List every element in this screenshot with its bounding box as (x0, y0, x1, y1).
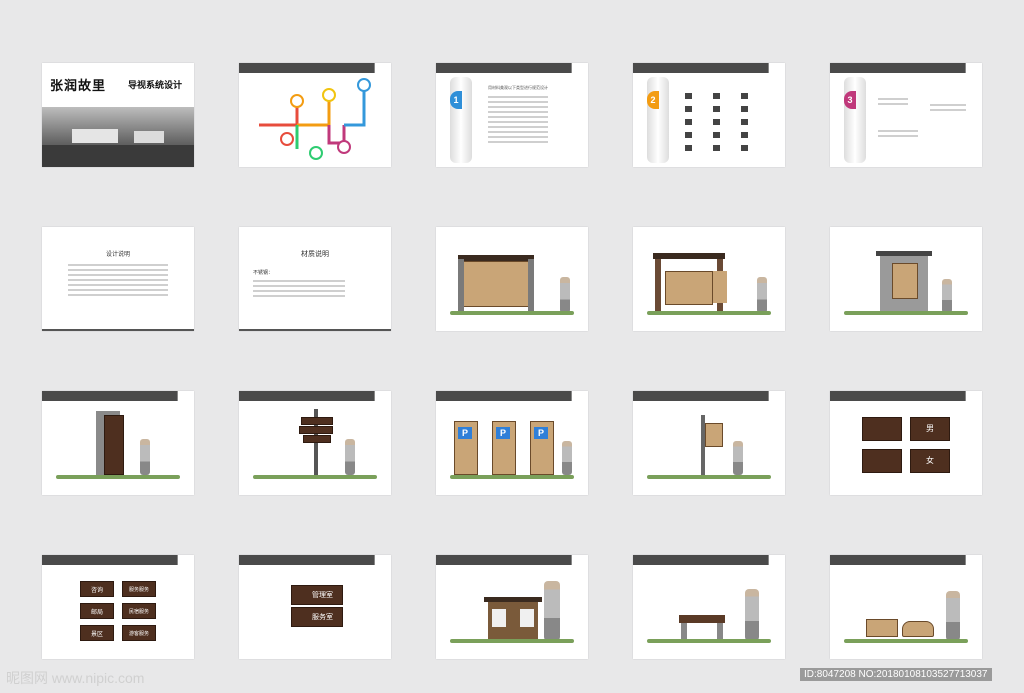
slide-map-board[interactable] (436, 227, 588, 331)
parking-icon: P (458, 427, 472, 439)
toilet-sign-women: 女 (910, 449, 950, 473)
slide-vertical-sign[interactable] (42, 391, 194, 495)
material-sub: 不锈钢： (253, 270, 274, 276)
wood-sign-3: 邮局 (80, 603, 114, 619)
wood-sign-6: 游客服务 (122, 625, 156, 641)
slide-section-1[interactable]: 1 用材料美观以下类型进行规范设计 (436, 63, 588, 167)
room-sign-bottom: 服务室 (291, 607, 343, 627)
parking-icon: P (496, 427, 510, 439)
wood-sign-1: 咨询 (80, 581, 114, 597)
slide-timeline[interactable] (239, 63, 391, 167)
slide-material-notes[interactable]: 材质说明 不锈钢： (239, 227, 391, 331)
room-sign-top: 管理室 (291, 585, 343, 605)
slide-section-2[interactable]: 2 (633, 63, 785, 167)
scroll-graphic (450, 77, 472, 163)
slide-ground-signs[interactable] (830, 555, 982, 659)
cover-title-sub: 导视系统设计 (128, 80, 183, 90)
cover-photo (42, 107, 194, 167)
toilet-sign-accessible (862, 449, 902, 473)
section-number-3: 3 (844, 91, 856, 109)
slide-cover[interactable]: 张润故里 导视系统设计 (42, 63, 194, 167)
slide-bench[interactable] (633, 555, 785, 659)
toilet-sign-men: 男 (910, 417, 950, 441)
slide-toilet-signs[interactable]: 男 女 (830, 391, 982, 495)
section-number-2: 2 (647, 91, 659, 109)
slide-wood-signs[interactable]: 咨询 服务服务 邮局 民宿服务 景区 游客服务 (42, 555, 194, 659)
slide-section-3[interactable]: 3 (830, 63, 982, 167)
slide-hanging-sign[interactable] (633, 391, 785, 495)
watermark-left: 昵图网 www.nipic.com (6, 670, 145, 686)
toilet-sign-1 (862, 417, 902, 441)
cover-title-main: 张润故里 (50, 79, 107, 94)
slide-stone-board[interactable] (830, 227, 982, 331)
material-notes-title: 材质说明 (301, 251, 329, 258)
slide-parking-signs[interactable]: P P P (436, 391, 588, 495)
person-figure (560, 277, 570, 313)
slide-design-notes[interactable]: 设计说明 (42, 227, 194, 331)
slide-info-board[interactable] (436, 555, 588, 659)
wood-sign-2: 服务服务 (122, 581, 156, 597)
design-notes-title: 设计说明 (105, 252, 130, 258)
timeline-diagram (259, 78, 371, 160)
section-number-1: 1 (450, 91, 462, 109)
men-label: 男 (926, 424, 934, 433)
slide-room-signs[interactable]: 管理室 服务室 (239, 555, 391, 659)
wood-sign-5: 景区 (80, 625, 114, 641)
slide3-heading: 用材料美观以下类型进行规范设计 (488, 85, 548, 90)
icon-grid (685, 93, 765, 151)
slide-direction-post[interactable] (239, 391, 391, 495)
wood-sign-4: 民宿服务 (122, 603, 156, 619)
parking-icon: P (534, 427, 548, 439)
slide-gate-board[interactable] (633, 227, 785, 331)
women-label: 女 (926, 456, 934, 465)
watermark-right: ID:8047208 NO:20180108103527713037 (800, 668, 992, 681)
